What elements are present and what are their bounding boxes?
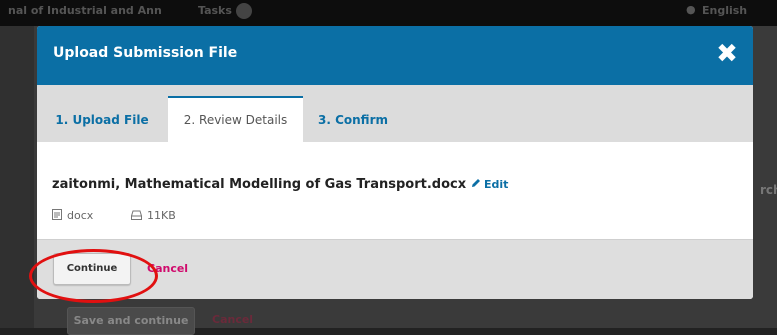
- background-cancel-link[interactable]: Cancel: [212, 313, 253, 326]
- background-search-label: rch: [760, 183, 777, 197]
- pencil-icon: [471, 178, 481, 191]
- hard-drive-icon: [130, 210, 143, 220]
- continue-button[interactable]: Continue: [53, 253, 131, 285]
- file-type: docx: [52, 209, 93, 222]
- modal-header: Upload Submission File ✖: [37, 26, 753, 85]
- language-link[interactable]: English: [702, 4, 747, 17]
- file-type-label: docx: [67, 209, 94, 222]
- tab-upload-file[interactable]: 1. Upload File: [53, 98, 151, 142]
- modal-footer: Continue Cancel: [37, 239, 753, 299]
- background-save-continue-button[interactable]: Save and continue: [67, 307, 195, 335]
- edit-link[interactable]: Edit: [471, 178, 508, 191]
- background-sidebar: [0, 26, 34, 328]
- journal-title[interactable]: nal of Industrial and Ann: [8, 4, 162, 17]
- wizard-tabs: 1. Upload File 2. Review Details 3. Conf…: [37, 85, 753, 142]
- modal-title: Upload Submission File: [53, 45, 238, 61]
- file-size: 11KB: [130, 209, 176, 222]
- tab-review-details[interactable]: 2. Review Details: [168, 96, 303, 142]
- upload-submission-modal: Upload Submission File ✖ 1. Upload File …: [37, 26, 753, 299]
- tasks-badge: [236, 3, 252, 19]
- file-icon: [52, 209, 62, 220]
- close-icon[interactable]: ✖: [716, 41, 738, 67]
- file-name: zaitonmi, Mathematical Modelling of Gas …: [52, 177, 467, 192]
- tasks-link[interactable]: Tasks: [198, 4, 232, 17]
- app-topbar: nal of Industrial and Ann Tasks ● Englis…: [0, 0, 777, 26]
- tab-confirm[interactable]: 3. Confirm: [318, 98, 388, 142]
- edit-label: Edit: [484, 178, 509, 191]
- user-icon: ●: [686, 3, 696, 16]
- cancel-link[interactable]: Cancel: [147, 262, 188, 275]
- file-size-label: 11KB: [147, 209, 176, 222]
